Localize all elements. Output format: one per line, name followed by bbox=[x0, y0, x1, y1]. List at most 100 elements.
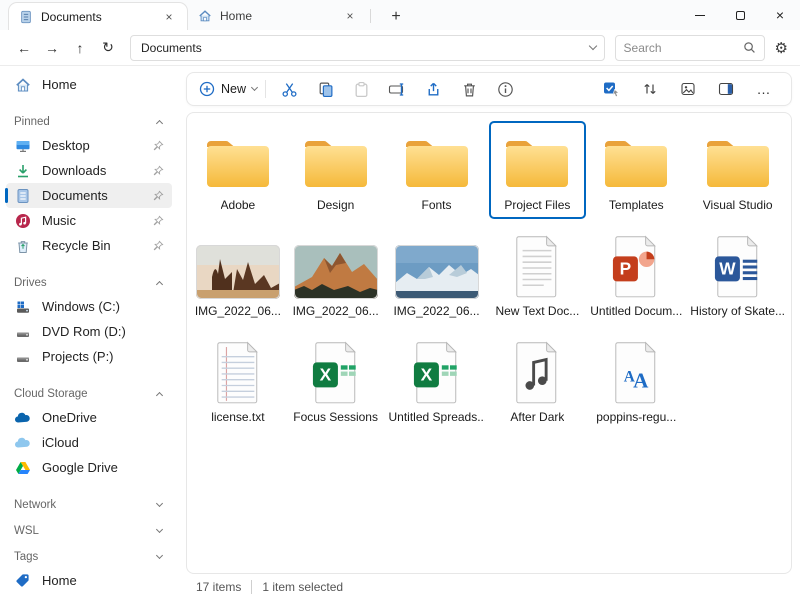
search-box[interactable] bbox=[615, 35, 765, 61]
file-item-license-txt[interactable]: license.txt bbox=[189, 333, 287, 431]
sidebar-item-desktop[interactable]: Desktop bbox=[6, 133, 172, 158]
more-options-button[interactable]: … bbox=[749, 75, 779, 103]
sidebar-list: Home PinnedDesktopDownloadsDocuments Music… bbox=[0, 72, 178, 593]
rename-button[interactable] bbox=[382, 75, 412, 103]
file-item-untitled-spreads[interactable]: XUntitled Spreads... bbox=[385, 333, 489, 431]
copy-icon bbox=[317, 81, 334, 98]
cut-button[interactable] bbox=[274, 75, 304, 103]
sidebar-item-label: OneDrive bbox=[42, 410, 97, 425]
address-bar[interactable]: Documents bbox=[130, 35, 605, 61]
svg-text:W: W bbox=[719, 259, 736, 279]
sidebar-section-drives[interactable]: Drives bbox=[0, 272, 178, 294]
new-tab-icon[interactable]: + bbox=[385, 8, 407, 26]
status-bar: 17 items 1 item selected bbox=[186, 574, 792, 600]
sort-button[interactable] bbox=[635, 75, 665, 103]
file-item-poppins-regu[interactable]: AApoppins-regu... bbox=[586, 333, 686, 431]
tab-label: Documents bbox=[41, 10, 102, 24]
file-item-new-text-doc[interactable]: New Text Doc... bbox=[489, 227, 587, 325]
tab-close-icon[interactable]: × bbox=[161, 10, 177, 24]
powerpoint-icon: P bbox=[611, 233, 661, 299]
sidebar-item-label: Music bbox=[42, 213, 76, 228]
sidebar-item-windows-c[interactable]: Windows (C:) bbox=[6, 294, 172, 319]
share-button[interactable] bbox=[418, 75, 448, 103]
settings-gear-icon[interactable]: ⚙ bbox=[775, 39, 788, 57]
file-area: AdobeDesignFontsProject FilesTemplatesVi… bbox=[186, 112, 792, 574]
file-item-img-2022-06[interactable]: IMG_2022_06... bbox=[287, 227, 385, 325]
file-label: IMG_2022_06... bbox=[393, 304, 479, 318]
up-button[interactable]: ↑ bbox=[66, 35, 94, 61]
file-item-design[interactable]: Design bbox=[287, 121, 385, 219]
minimize-icon bbox=[695, 15, 705, 16]
sidebar-section-cloud-storage[interactable]: Cloud Storage bbox=[0, 383, 178, 405]
tab-close-icon[interactable]: × bbox=[342, 9, 358, 23]
sidebar-item-onedrive[interactable]: OneDrive bbox=[6, 405, 172, 430]
text-ruled-icon bbox=[213, 339, 263, 405]
chevron-down-icon[interactable] bbox=[588, 42, 596, 50]
folder-icon bbox=[201, 127, 275, 193]
view-button[interactable] bbox=[673, 75, 703, 103]
sidebar-item-recycle-bin[interactable]: Recycle Bin bbox=[6, 233, 172, 258]
image-icon bbox=[395, 233, 479, 299]
file-item-adobe[interactable]: Adobe bbox=[189, 121, 287, 219]
properties-button[interactable] bbox=[490, 75, 520, 103]
sidebar-section-pinned[interactable]: Pinned bbox=[0, 111, 178, 133]
file-item-img-2022-06[interactable]: IMG_2022_06... bbox=[385, 227, 489, 325]
navigation-bar: ← → ↑ ↻ Documents ⚙ bbox=[0, 30, 800, 66]
maximize-button[interactable] bbox=[720, 0, 760, 30]
minimize-button[interactable] bbox=[680, 0, 720, 30]
refresh-button[interactable]: ↻ bbox=[94, 35, 122, 61]
tab-documents[interactable]: Documents × bbox=[8, 2, 188, 30]
sidebar-item-icloud[interactable]: iCloud bbox=[6, 430, 172, 455]
file-label: History of Skate... bbox=[690, 304, 785, 318]
section-label: Cloud Storage bbox=[14, 388, 88, 400]
sidebar-item-downloads[interactable]: Downloads bbox=[6, 158, 172, 183]
search-input[interactable] bbox=[624, 41, 743, 55]
copy-button[interactable] bbox=[310, 75, 340, 103]
search-icon bbox=[743, 41, 756, 54]
gdrive-icon bbox=[14, 459, 31, 476]
close-button[interactable]: × bbox=[760, 0, 800, 30]
file-item-after-dark[interactable]: After Dark bbox=[489, 333, 587, 431]
drive-windows-icon bbox=[14, 298, 31, 315]
sidebar-item-dvd-rom-d[interactable]: DVD Rom (D:) bbox=[6, 319, 172, 344]
delete-button[interactable] bbox=[454, 75, 484, 103]
sidebar-item-projects-p[interactable]: Projects (P:) bbox=[6, 344, 172, 369]
section-label: Tags bbox=[14, 551, 38, 563]
file-item-img-2022-06[interactable]: IMG_2022_06... bbox=[189, 227, 287, 325]
file-item-visual-studio[interactable]: Visual Studio bbox=[686, 121, 789, 219]
sidebar-section-tags[interactable]: Tags bbox=[0, 546, 178, 568]
sidebar-item-documents[interactable]: Documents bbox=[6, 183, 172, 208]
file-label: IMG_2022_06... bbox=[293, 304, 379, 318]
details-pane-button[interactable] bbox=[711, 75, 741, 103]
file-item-history-of-skate[interactable]: W History of Skate... bbox=[686, 227, 789, 325]
tab-label: Home bbox=[220, 9, 252, 23]
sidebar-item-home[interactable]: Home bbox=[6, 568, 172, 593]
sidebar-item-music[interactable]: Music bbox=[6, 208, 172, 233]
sidebar-item-label: iCloud bbox=[42, 435, 79, 450]
back-button[interactable]: ← bbox=[10, 35, 38, 61]
select-mode-button[interactable] bbox=[597, 75, 627, 103]
paste-button[interactable] bbox=[346, 75, 376, 103]
pin-icon bbox=[152, 190, 164, 202]
sidebar-item-google-drive[interactable]: Google Drive bbox=[6, 455, 172, 480]
sidebar-section-network[interactable]: Network bbox=[0, 494, 178, 516]
document-tab-icon bbox=[19, 10, 33, 24]
file-label: poppins-regu... bbox=[596, 410, 676, 424]
ellipsis-icon: … bbox=[757, 81, 772, 97]
tab-home[interactable]: Home × bbox=[188, 2, 368, 30]
main-panel: New bbox=[178, 66, 800, 600]
sidebar-section-wsl[interactable]: WSL bbox=[0, 520, 178, 542]
file-item-fonts[interactable]: Fonts bbox=[385, 121, 489, 219]
sort-arrows-icon bbox=[642, 81, 658, 97]
section-label: WSL bbox=[14, 525, 39, 537]
file-item-templates[interactable]: Templates bbox=[586, 121, 686, 219]
file-item-untitled-docum[interactable]: PUntitled Docum... bbox=[586, 227, 686, 325]
file-item-focus-sessions[interactable]: XFocus Sessions bbox=[287, 333, 385, 431]
maximize-icon bbox=[736, 11, 745, 20]
sidebar-item-home[interactable]: Home bbox=[6, 72, 172, 97]
svg-text:A: A bbox=[633, 368, 649, 392]
new-button[interactable]: New bbox=[199, 75, 257, 103]
file-item-project-files[interactable]: Project Files bbox=[489, 121, 587, 219]
forward-button[interactable]: → bbox=[38, 35, 66, 61]
sidebar-item-label: Projects (P:) bbox=[42, 349, 114, 364]
